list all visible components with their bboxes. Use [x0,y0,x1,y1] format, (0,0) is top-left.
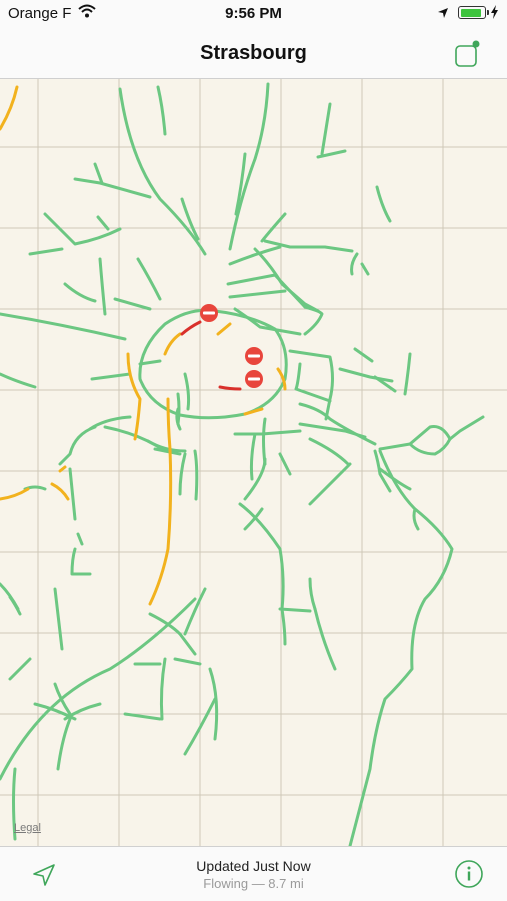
map-grid [0,79,507,846]
page-title: Strasbourg [200,42,307,64]
status-bar: Orange F 9:56 PM [0,0,507,28]
layers-icon [455,40,480,67]
info-button[interactable] [454,859,484,889]
info-icon [455,860,483,888]
battery-fill [460,8,481,17]
incident-marker[interactable] [245,370,263,388]
bottom-toolbar: Updated Just Now Flowing — 8.7 mi [0,846,507,901]
legal-link[interactable]: Legal [14,822,41,834]
layers-button[interactable] [454,40,482,68]
flowing-roads [0,82,485,846]
update-status: Updated Just Now [196,858,311,874]
incident-marker[interactable] [200,304,218,322]
traffic-map[interactable]: Legal [0,79,507,846]
slow-roads [0,85,287,606]
map-canvas[interactable] [0,79,507,846]
navigation-bar: Strasbourg [0,28,507,79]
battery-cap [487,10,489,15]
traffic-summary: Flowing — 8.7 mi [203,876,304,891]
bolt-icon [490,5,499,23]
location-arrow-icon [437,6,449,23]
battery-icon [458,6,489,19]
clock: 9:56 PM [225,5,282,22]
heavy-roads [180,320,242,391]
incident-marker[interactable] [245,347,263,365]
